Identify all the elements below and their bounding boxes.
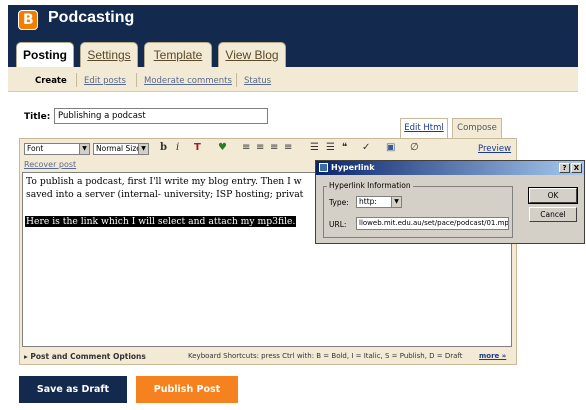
bold-icon[interactable]: b	[160, 142, 167, 153]
tab-template[interactable]: Template	[144, 42, 212, 67]
preview-link[interactable]: Preview	[478, 144, 511, 154]
link-icon[interactable]: ♥	[218, 142, 227, 153]
chevron-down-icon: ▼	[79, 144, 89, 154]
tab-posting[interactable]: Posting	[16, 42, 74, 68]
align-justify-icon[interactable]: ≡	[284, 142, 292, 153]
subnav-divider	[76, 73, 77, 87]
subnav-create[interactable]: Create	[35, 76, 67, 86]
title-label: Title:	[24, 112, 51, 122]
ok-button[interactable]: OK	[528, 187, 578, 204]
editor-line: saved into a server (internal- universit…	[26, 189, 304, 200]
group-label: Hyperlink Information	[327, 181, 413, 190]
subnav-moderate-comments[interactable]: Moderate comments	[144, 76, 232, 86]
subnav-edit-posts[interactable]: Edit posts	[84, 76, 126, 86]
publish-post-button[interactable]: Publish Post	[136, 376, 238, 403]
selected-text[interactable]: Here is the link which I will select and…	[25, 216, 297, 227]
keyboard-shortcuts-hint: Keyboard Shortcuts: press Ctrl with: B =…	[188, 352, 463, 360]
tab-settings[interactable]: Settings	[80, 42, 138, 67]
font-select[interactable]: Font ▼	[24, 143, 90, 155]
align-left-icon[interactable]: ≡	[242, 142, 250, 153]
type-label: Type:	[329, 198, 349, 207]
subnav-divider	[236, 73, 237, 87]
more-shortcuts-link[interactable]: more »	[479, 352, 506, 360]
url-label: URL:	[329, 220, 347, 229]
post-title-input[interactable]: Publishing a podcast	[54, 108, 268, 124]
dialog-title: Hyperlink	[331, 163, 375, 172]
url-input[interactable]: lloweb.mit.edu.au/set/pace/podcast/01.mp…	[356, 217, 509, 230]
chevron-down-icon: ▼	[391, 197, 401, 207]
subnav-status[interactable]: Status	[244, 76, 271, 86]
numbered-list-icon[interactable]: ☰	[310, 142, 319, 153]
tab-edit-html[interactable]: Edit Html	[400, 118, 448, 138]
link-type-select[interactable]: http: ▼	[356, 196, 402, 208]
blogger-logo-icon[interactable]: B	[18, 10, 38, 30]
cancel-button[interactable]: Cancel	[529, 207, 577, 222]
dialog-app-icon	[319, 163, 328, 172]
align-center-icon[interactable]: ≡	[256, 142, 264, 153]
editor-line: To publish a podcast, first I'll write m…	[26, 176, 302, 187]
tab-view-blog[interactable]: View Blog	[218, 42, 286, 67]
post-options-toggle[interactable]: ▸ Post and Comment Options	[24, 352, 146, 361]
recover-post-link[interactable]: Recover post	[24, 160, 76, 169]
font-size-select[interactable]: Normal Size ▼	[93, 143, 149, 155]
close-icon[interactable]: X	[571, 163, 582, 173]
bullet-list-icon[interactable]: ☰	[326, 142, 335, 153]
subnav-divider	[136, 73, 137, 87]
blockquote-icon[interactable]: ❝	[342, 142, 347, 153]
chevron-down-icon: ▼	[138, 144, 148, 154]
clear-format-icon[interactable]: ∅	[410, 142, 419, 153]
hyperlink-info-group	[323, 186, 513, 238]
save-draft-button[interactable]: Save as Draft	[19, 376, 127, 403]
tab-compose[interactable]: Compose	[452, 118, 502, 138]
image-icon[interactable]: ▣	[386, 142, 395, 153]
help-icon[interactable]: ?	[559, 163, 570, 173]
italic-icon[interactable]: i	[176, 142, 179, 153]
text-color-icon[interactable]: T	[194, 142, 201, 153]
blog-title: Podcasting	[48, 9, 135, 26]
align-right-icon[interactable]: ≡	[270, 142, 278, 153]
spellcheck-icon[interactable]: ✓	[362, 142, 370, 153]
